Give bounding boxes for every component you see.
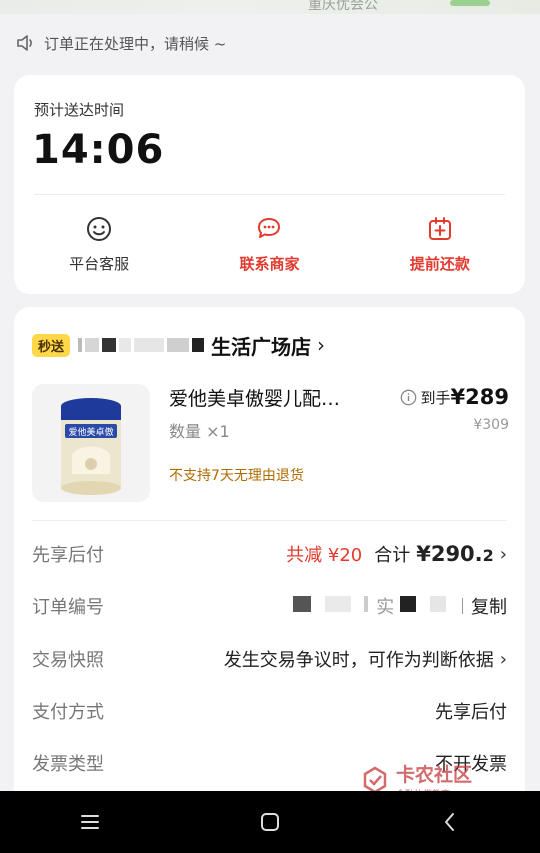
smile-icon (87, 217, 112, 241)
express-tag: 秒送 (32, 333, 71, 357)
action-bar: 平台客服 联系商家 提前还款 (14, 215, 525, 274)
store-chat-icon (258, 218, 281, 238)
chevron-right-icon: › (499, 543, 507, 565)
discount-amount: 共减 ¥20 (286, 545, 363, 566)
svg-text:爱他美卓傲: 爱他美卓傲 (68, 426, 113, 438)
menu-button[interactable] (70, 802, 110, 842)
product-title[interactable]: 爱他美卓傲婴儿配… (169, 384, 340, 411)
info-icon[interactable] (400, 389, 417, 406)
snapshot-value: 发生交易争议时，可作为判断依据 (223, 650, 494, 671)
payment-method-row: 支付方式 先享后付 (32, 696, 507, 726)
payment-method-key: 支付方式 (32, 702, 104, 723)
map-road (450, 0, 490, 6)
eta-time: 14:06 (32, 127, 165, 173)
snapshot-key: 交易快照 (32, 650, 104, 671)
order-number-key: 订单编号 (32, 597, 104, 618)
order-number-partial: 实 (376, 597, 395, 618)
home-square-icon (261, 813, 279, 831)
order-card: 秒送 生活广场店 › 爱他美卓傲 爱他美卓傲婴儿配… 数量 ×1 不支持7天无理… (14, 307, 525, 807)
separator (462, 598, 463, 614)
platform-service-button[interactable]: 平台客服 (14, 215, 184, 274)
back-button[interactable] (430, 802, 470, 842)
redacted-order-number-tail (400, 595, 454, 617)
pay-later-key: 先享后付 (32, 545, 104, 566)
contact-merchant-button[interactable]: 联系商家 (184, 215, 354, 274)
return-policy-notice: 不支持7天无理由退货 (169, 468, 304, 484)
total-amount: ¥290.2 (416, 542, 494, 566)
menu-icon (81, 815, 99, 829)
divider (34, 194, 505, 195)
contact-merchant-label: 联系商家 (239, 255, 300, 273)
divider (32, 520, 507, 521)
product-quantity: 数量 ×1 (169, 422, 230, 441)
redacted-order-number (292, 595, 376, 617)
map-label: 重庆优会公 (308, 0, 378, 13)
invoice-key: 发票类型 (32, 754, 104, 775)
original-price: ¥309 (473, 417, 509, 433)
redacted-store-prefix (78, 338, 207, 352)
platform-service-label: 平台客服 (69, 255, 130, 273)
system-nav-bar (0, 791, 540, 853)
home-button[interactable] (250, 802, 290, 842)
back-chevron-icon (445, 813, 454, 831)
order-number-row: 订单编号 实 复制 (32, 591, 507, 621)
eta-label: 预计送达时间 (34, 101, 125, 119)
price-box: 到手 ¥289 ¥309 (400, 385, 509, 433)
copy-button[interactable]: 复制 (471, 593, 507, 619)
order-notice: 订单正在处理中，请稍候 ~ (16, 32, 226, 54)
payment-method-value: 先享后付 (435, 702, 507, 723)
store-name: 生活广场店 (211, 334, 312, 359)
pay-later-row[interactable]: 先享后付 共减 ¥20 合计 ¥290.2 › (32, 539, 507, 569)
snapshot-row[interactable]: 交易快照 发生交易争议时，可作为判断依据 › (32, 644, 507, 674)
early-repay-label: 提前还款 (409, 255, 470, 273)
calendar-plus-icon (428, 217, 451, 240)
early-repay-button[interactable]: 提前还款 (355, 215, 525, 274)
price-prefix: 到手 (420, 388, 451, 407)
chevron-right-icon: › (317, 333, 326, 357)
watermark-title: 卡农社区 (396, 764, 473, 786)
store-link[interactable]: 秒送 生活广场店 › (32, 331, 325, 359)
notice-text: 订单正在处理中，请稍候 ~ (44, 34, 227, 53)
final-price: ¥289 (450, 385, 509, 409)
product-image[interactable]: 爱他美卓傲 (32, 384, 150, 502)
map-background: 重庆优会公 (0, 0, 540, 14)
milk-can-icon: 爱他美卓傲 (32, 384, 150, 502)
delivery-card: 预计送达时间 14:06 平台客服 联系商家 提前还款 (14, 75, 525, 294)
chevron-right-icon: › (499, 648, 507, 670)
total-label: 合计 (374, 545, 411, 566)
speaker-icon (17, 35, 32, 51)
